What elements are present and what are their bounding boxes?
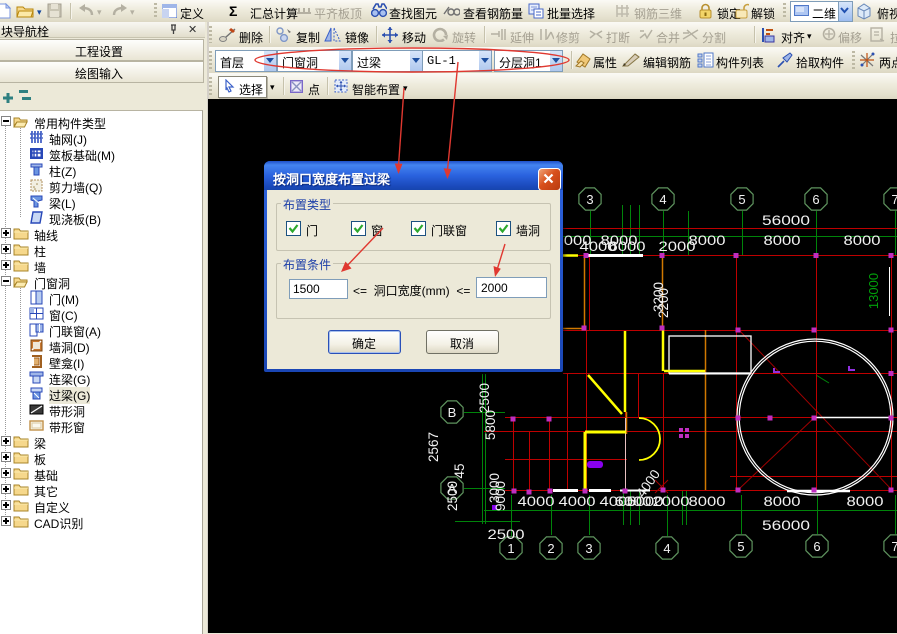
svg-text:5800: 5800 xyxy=(483,410,498,440)
svg-text:3: 3 xyxy=(585,541,592,556)
svg-text:4000: 4000 xyxy=(559,494,596,509)
svg-text:6: 6 xyxy=(812,192,819,207)
svg-text:5: 5 xyxy=(738,192,745,207)
svg-text:45: 45 xyxy=(452,463,467,478)
svg-text:9000: 9000 xyxy=(493,481,508,511)
svg-text:2500: 2500 xyxy=(477,383,492,413)
svg-text:8000: 8000 xyxy=(764,233,801,248)
svg-text:2000: 2000 xyxy=(659,239,696,254)
svg-text:13000: 13000 xyxy=(866,273,881,309)
svg-text:6: 6 xyxy=(813,539,820,554)
svg-text:3: 3 xyxy=(586,192,593,207)
svg-text:1: 1 xyxy=(507,541,514,556)
svg-text:2500: 2500 xyxy=(445,481,460,511)
svg-text:2: 2 xyxy=(547,541,554,556)
svg-text:2000: 2000 xyxy=(653,494,690,509)
svg-text:2500: 2500 xyxy=(488,527,525,542)
svg-text:8000: 8000 xyxy=(847,494,884,509)
svg-text:8000: 8000 xyxy=(764,494,801,509)
svg-text:8000: 8000 xyxy=(689,494,726,509)
svg-text:8000: 8000 xyxy=(844,233,881,248)
svg-text:4000: 4000 xyxy=(518,494,555,509)
svg-text:2200: 2200 xyxy=(656,288,671,318)
svg-text:56000: 56000 xyxy=(762,213,810,228)
svg-text:7: 7 xyxy=(891,192,897,207)
svg-text:B: B xyxy=(448,405,457,420)
svg-text:4: 4 xyxy=(659,192,666,207)
svg-text:4: 4 xyxy=(663,541,670,556)
svg-text:6000: 6000 xyxy=(609,239,646,254)
svg-text:56000: 56000 xyxy=(762,518,810,533)
svg-text:5: 5 xyxy=(737,539,744,554)
svg-text:7: 7 xyxy=(891,539,897,554)
svg-text:2567: 2567 xyxy=(426,432,441,462)
